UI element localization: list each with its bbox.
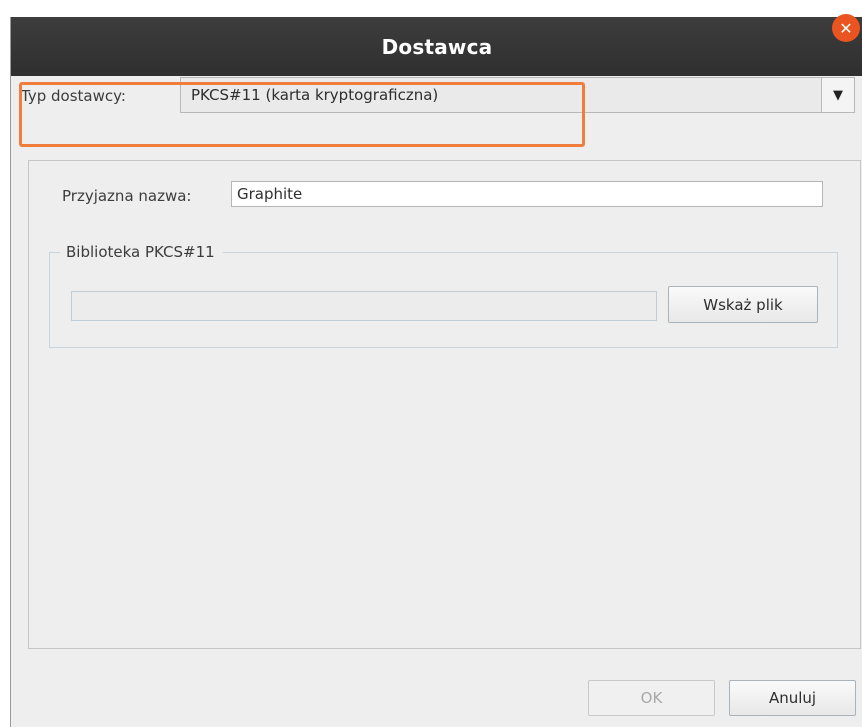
friendly-name-input[interactable]: Graphite bbox=[231, 181, 823, 207]
cancel-button[interactable]: Anuluj bbox=[729, 680, 856, 716]
provider-type-row: Typ dostawcy: PKCS#11 (karta kryptografi… bbox=[12, 77, 855, 113]
friendly-name-label: Przyjazna nazwa: bbox=[62, 187, 192, 205]
provider-settings-panel: Przyjazna nazwa: Graphite Biblioteka PKC… bbox=[28, 160, 861, 649]
pkcs11-library-group-title: Biblioteka PKCS#11 bbox=[60, 243, 223, 261]
pkcs11-library-group: Biblioteka PKCS#11 Wskaż plik bbox=[49, 243, 838, 348]
dialog-title: Dostawca bbox=[381, 34, 493, 59]
close-icon: ✕ bbox=[839, 18, 853, 38]
browse-file-button[interactable]: Wskaż plik bbox=[668, 286, 818, 323]
library-path-field[interactable] bbox=[71, 291, 657, 321]
ok-button[interactable]: OK bbox=[588, 680, 715, 716]
close-button[interactable]: ✕ bbox=[832, 14, 860, 42]
chevron-down-icon: ▼ bbox=[833, 87, 843, 103]
dropdown-button[interactable]: ▼ bbox=[821, 77, 855, 113]
title-bar[interactable]: Dostawca bbox=[11, 17, 862, 76]
provider-type-label: Typ dostawcy: bbox=[21, 87, 126, 105]
provider-type-value: PKCS#11 (karta kryptograficzna) bbox=[191, 86, 439, 104]
provider-type-select[interactable]: PKCS#11 (karta kryptograficzna) ▼ bbox=[180, 77, 855, 113]
